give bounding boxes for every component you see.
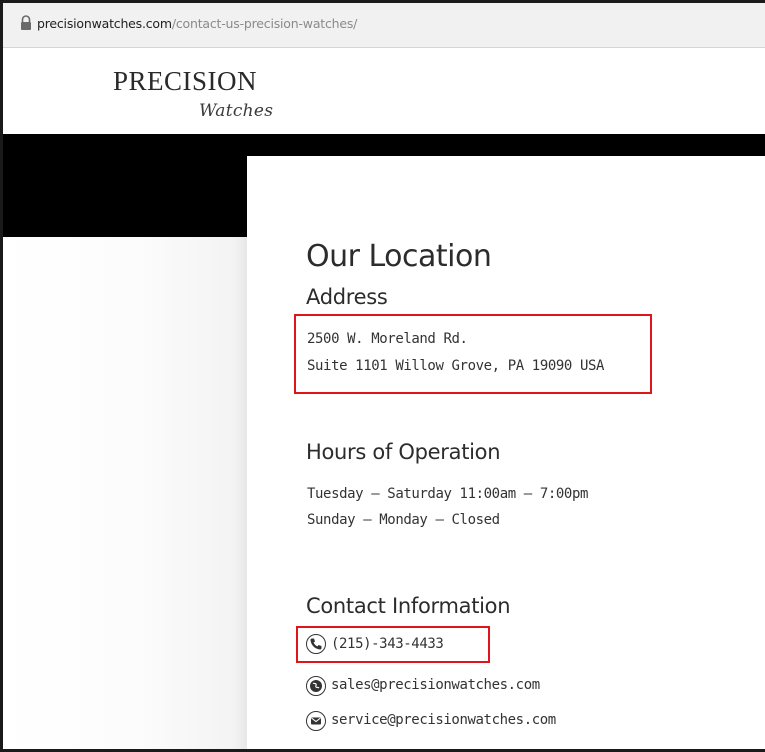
logo-wordmark[interactable]: PRECISION	[113, 66, 257, 97]
url-host: precisionwatches.com	[37, 16, 172, 31]
address-highlight-box	[294, 314, 652, 394]
address-line-1: 2500 W. Moreland Rd.	[307, 331, 468, 347]
globe-icon	[306, 676, 326, 696]
left-pane	[3, 237, 247, 749]
url-path: /contact-us-precision-watches/	[171, 16, 358, 31]
hours-line-1: Tuesday – Saturday 11:00am – 7:00pm	[307, 486, 589, 502]
address-line-2: Suite 1101 Willow Grove, PA 19090 USA	[307, 358, 605, 374]
hours-line-2: Sunday – Monday – Closed	[307, 512, 500, 528]
address-heading: Address	[306, 285, 388, 309]
address-bar[interactable]: precisionwatches.com/contact-us-precisio…	[3, 3, 765, 48]
hours-heading: Hours of Operation	[306, 440, 501, 464]
lock-icon	[19, 14, 33, 32]
contact-heading: Contact Information	[306, 594, 511, 618]
logo-script: Watches	[199, 101, 274, 121]
sales-email-link[interactable]: sales@precisionwatches.com	[331, 677, 540, 693]
mail-icon	[306, 711, 326, 731]
url-text[interactable]: precisionwatches.com/contact-us-precisio…	[37, 16, 357, 31]
site-header: PRECISION Watches	[3, 48, 765, 134]
phone-icon	[306, 634, 326, 654]
hero-black-block	[3, 134, 247, 237]
phone-link[interactable]: (215)-343-4433	[331, 636, 444, 652]
browser-window: precisionwatches.com/contact-us-precisio…	[0, 0, 765, 752]
page-title: Our Location	[306, 239, 492, 274]
service-email-link[interactable]: service@precisionwatches.com	[331, 712, 556, 728]
